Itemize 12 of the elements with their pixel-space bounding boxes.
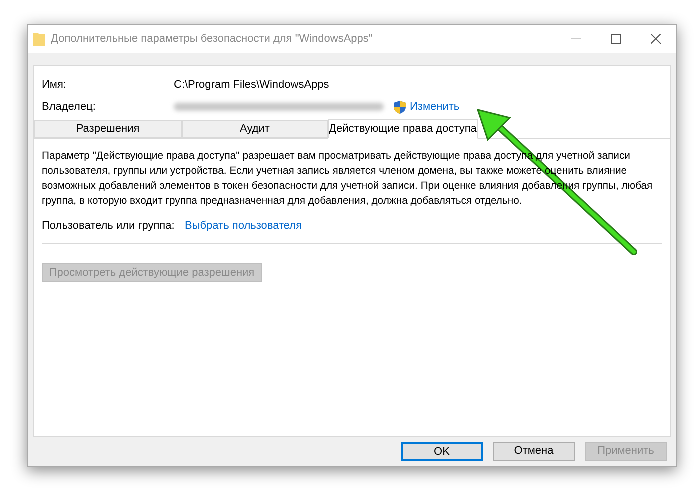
dialog-button[interactable]: OK (401, 442, 483, 461)
name-label: Имя: (42, 78, 68, 93)
select-user-link[interactable]: Выбрать пользователя (185, 218, 302, 234)
owner-label: Владелец: (42, 100, 97, 115)
tab[interactable]: Действующие права доступа (328, 119, 478, 139)
tab[interactable]: Разрешения (34, 120, 182, 138)
dialog-button[interactable]: Отмена (493, 442, 575, 461)
user-or-group-label: Пользователь или группа: (42, 219, 176, 234)
name-value: C:\Program Files\WindowsApps (174, 78, 330, 93)
change-owner-link[interactable]: Изменить (410, 98, 460, 116)
window-title: Дополнительные параметры безопасности для "WindowsApps" (51, 32, 373, 47)
tab[interactable]: Аудит (182, 120, 328, 138)
